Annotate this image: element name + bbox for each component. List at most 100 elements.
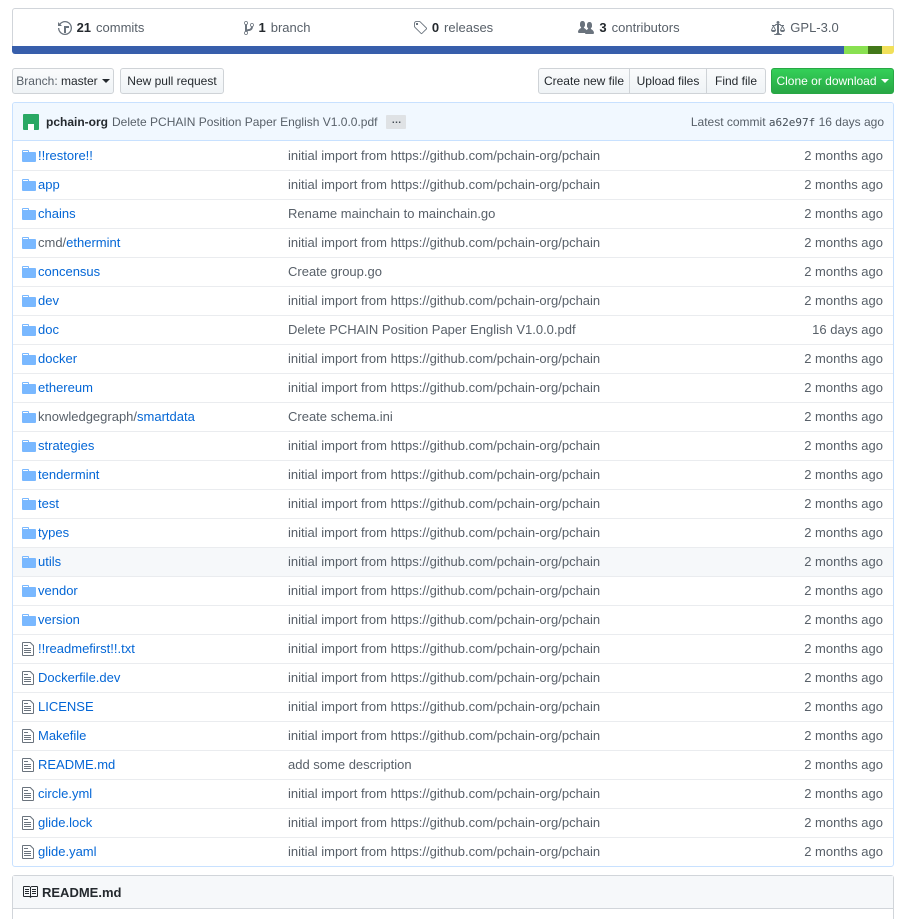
directory-link[interactable]: test [38, 496, 59, 511]
row-commit-message[interactable]: initial import from https://github.com/p… [288, 807, 760, 837]
directory-link[interactable]: strategies [38, 438, 94, 453]
path-prefix[interactable]: knowledgegraph/ [38, 409, 137, 424]
commit-age: 16 days ago [818, 114, 884, 129]
row-commit-message[interactable]: initial import from https://github.com/p… [288, 169, 760, 199]
language-segment[interactable] [868, 46, 882, 54]
directory-link[interactable]: utils [38, 554, 61, 569]
table-row[interactable]: dev initial import from https://github.co… [13, 285, 893, 315]
row-commit-message[interactable]: initial import from https://github.com/p… [288, 459, 760, 489]
row-commit-message[interactable]: initial import from https://github.com/p… [288, 141, 759, 170]
row-commit-message[interactable]: initial import from https://github.com/p… [288, 778, 760, 808]
branch-select-button[interactable]: Branch: master [12, 68, 114, 94]
directory-link[interactable]: doc [38, 322, 59, 337]
row-commit-message[interactable]: Create schema.ini [288, 401, 760, 431]
row-commit-message[interactable]: initial import from https://github.com/p… [288, 604, 760, 634]
file-link[interactable]: README.md [38, 757, 115, 772]
directory-link[interactable]: app [38, 177, 60, 192]
row-commit-message[interactable]: Delete PCHAIN Position Paper English V1.… [288, 314, 760, 344]
table-row[interactable]: Makefile initial import from https://gith… [13, 720, 893, 750]
commit-expand-button[interactable]: … [386, 114, 407, 129]
directory-link[interactable]: vendor [38, 583, 78, 598]
table-row[interactable]: tendermint initial import from https://gi… [13, 459, 893, 489]
table-row[interactable]: glide.yaml initial import from https://gi… [13, 836, 893, 866]
language-bar[interactable] [12, 46, 894, 54]
releases-link[interactable]: 0 releases [365, 20, 541, 36]
table-row[interactable]: docker initial import from https://github… [13, 343, 893, 373]
avatar[interactable] [23, 113, 39, 130]
table-row[interactable]: Dockerfile.dev initial import from https:… [13, 662, 893, 692]
table-row[interactable]: LICENSE initial import from https://githu… [13, 691, 893, 721]
directory-link[interactable]: !!restore!! [38, 148, 93, 163]
row-commit-message[interactable]: initial import from https://github.com/p… [288, 430, 760, 460]
row-commit-message[interactable]: initial import from https://github.com/p… [288, 285, 760, 315]
directory-link[interactable]: version [38, 612, 80, 627]
table-row[interactable]: utils initial import from https://github.… [13, 546, 893, 576]
table-row[interactable]: app initial import from https://github.co… [13, 169, 893, 199]
table-row[interactable]: knowledgegraph/smartdata Create schema.in… [13, 401, 893, 431]
clone-or-download-button[interactable]: Clone or download [771, 68, 894, 94]
contributors-link[interactable]: 3 contributors [541, 20, 717, 36]
file-link[interactable]: LICENSE [38, 699, 94, 714]
commit-message[interactable]: Delete PCHAIN Position Paper English V1.… [112, 115, 377, 129]
branches-link[interactable]: 1 branch [189, 20, 365, 36]
table-row[interactable]: cmd/ethermint initial import from https:/… [13, 227, 893, 257]
directory-link[interactable]: docker [38, 351, 77, 366]
table-row[interactable]: vendor initial import from https://github… [13, 575, 893, 605]
table-row[interactable]: strategies initial import from https://gi… [13, 430, 893, 460]
table-row[interactable]: glide.lock initial import from https://gi… [13, 807, 893, 837]
file-link[interactable]: circle.yml [38, 786, 92, 801]
file-link[interactable]: Dockerfile.dev [38, 670, 120, 685]
directory-link[interactable]: dev [38, 293, 59, 308]
table-row[interactable]: README.md add some description 2 months ag… [13, 749, 893, 779]
find-file-button[interactable]: Find file [706, 68, 766, 94]
row-age: 2 months ago [759, 575, 893, 605]
upload-files-button[interactable]: Upload files [629, 68, 707, 94]
row-commit-message[interactable]: initial import from https://github.com/p… [288, 575, 760, 605]
table-row[interactable]: concensus Create group.go 2 months ago [13, 256, 893, 286]
row-commit-message[interactable]: initial import from https://github.com/p… [288, 517, 760, 547]
language-segment[interactable] [12, 46, 844, 54]
row-commit-message[interactable]: initial import from https://github.com/p… [288, 227, 760, 257]
directory-link[interactable]: chains [38, 206, 76, 221]
row-commit-message[interactable]: Rename mainchain to mainchain.go [288, 198, 760, 228]
row-commit-message[interactable]: initial import from https://github.com/p… [288, 720, 760, 750]
language-segment[interactable] [881, 46, 894, 54]
row-commit-message[interactable]: initial import from https://github.com/p… [288, 633, 760, 663]
file-link[interactable]: glide.yaml [38, 844, 97, 859]
directory-link[interactable]: ethereum [38, 380, 93, 395]
path-prefix[interactable]: cmd/ [38, 235, 66, 250]
table-row[interactable]: circle.yml initial import from https://gi… [13, 778, 893, 808]
language-segment[interactable] [843, 46, 869, 54]
row-commit-message[interactable]: initial import from https://github.com/p… [288, 546, 760, 576]
table-row[interactable]: !!readmefirst!!.txt initial import from h… [13, 633, 893, 663]
row-commit-message[interactable]: initial import from https://github.com/p… [288, 372, 760, 402]
file-link[interactable]: Makefile [38, 728, 86, 743]
directory-link[interactable]: smartdata [137, 409, 195, 424]
create-new-file-button[interactable]: Create new file [538, 68, 630, 94]
file-link[interactable]: !!readmefirst!!.txt [38, 641, 135, 656]
directory-link[interactable]: types [38, 525, 69, 540]
row-commit-message[interactable]: initial import from https://github.com/p… [288, 836, 760, 866]
table-row[interactable]: doc Delete PCHAIN Position Paper English … [13, 314, 893, 344]
row-commit-message[interactable]: Create group.go [288, 256, 760, 286]
new-pull-request-button[interactable]: New pull request [120, 68, 224, 94]
table-row[interactable]: chains Rename mainchain to mainchain.go 2 … [13, 198, 893, 228]
table-row[interactable]: version initial import from https://githu… [13, 604, 893, 634]
table-row[interactable]: !!restore!! initial import from https://g… [13, 141, 893, 170]
table-row[interactable]: ethereum initial import from https://gith… [13, 372, 893, 402]
commit-author[interactable]: pchain-org [46, 115, 108, 129]
row-commit-message[interactable]: initial import from https://github.com/p… [288, 662, 760, 692]
directory-link[interactable]: tendermint [38, 467, 99, 482]
directory-link[interactable]: ethermint [66, 235, 120, 250]
row-commit-message[interactable]: initial import from https://github.com/p… [288, 691, 760, 721]
table-row[interactable]: types initial import from https://github.… [13, 517, 893, 547]
row-commit-message[interactable]: initial import from https://github.com/p… [288, 343, 760, 373]
row-commit-message[interactable]: add some description [288, 749, 760, 779]
directory-link[interactable]: concensus [38, 264, 100, 279]
table-row[interactable]: test initial import from https://github.c… [13, 488, 893, 518]
commit-sha-link[interactable]: a62e97f [769, 116, 815, 129]
license-link[interactable]: GPL-3.0 [717, 20, 893, 36]
file-link[interactable]: glide.lock [38, 815, 92, 830]
row-commit-message[interactable]: initial import from https://github.com/p… [288, 488, 760, 518]
commits-link[interactable]: 21 commits [13, 20, 189, 36]
